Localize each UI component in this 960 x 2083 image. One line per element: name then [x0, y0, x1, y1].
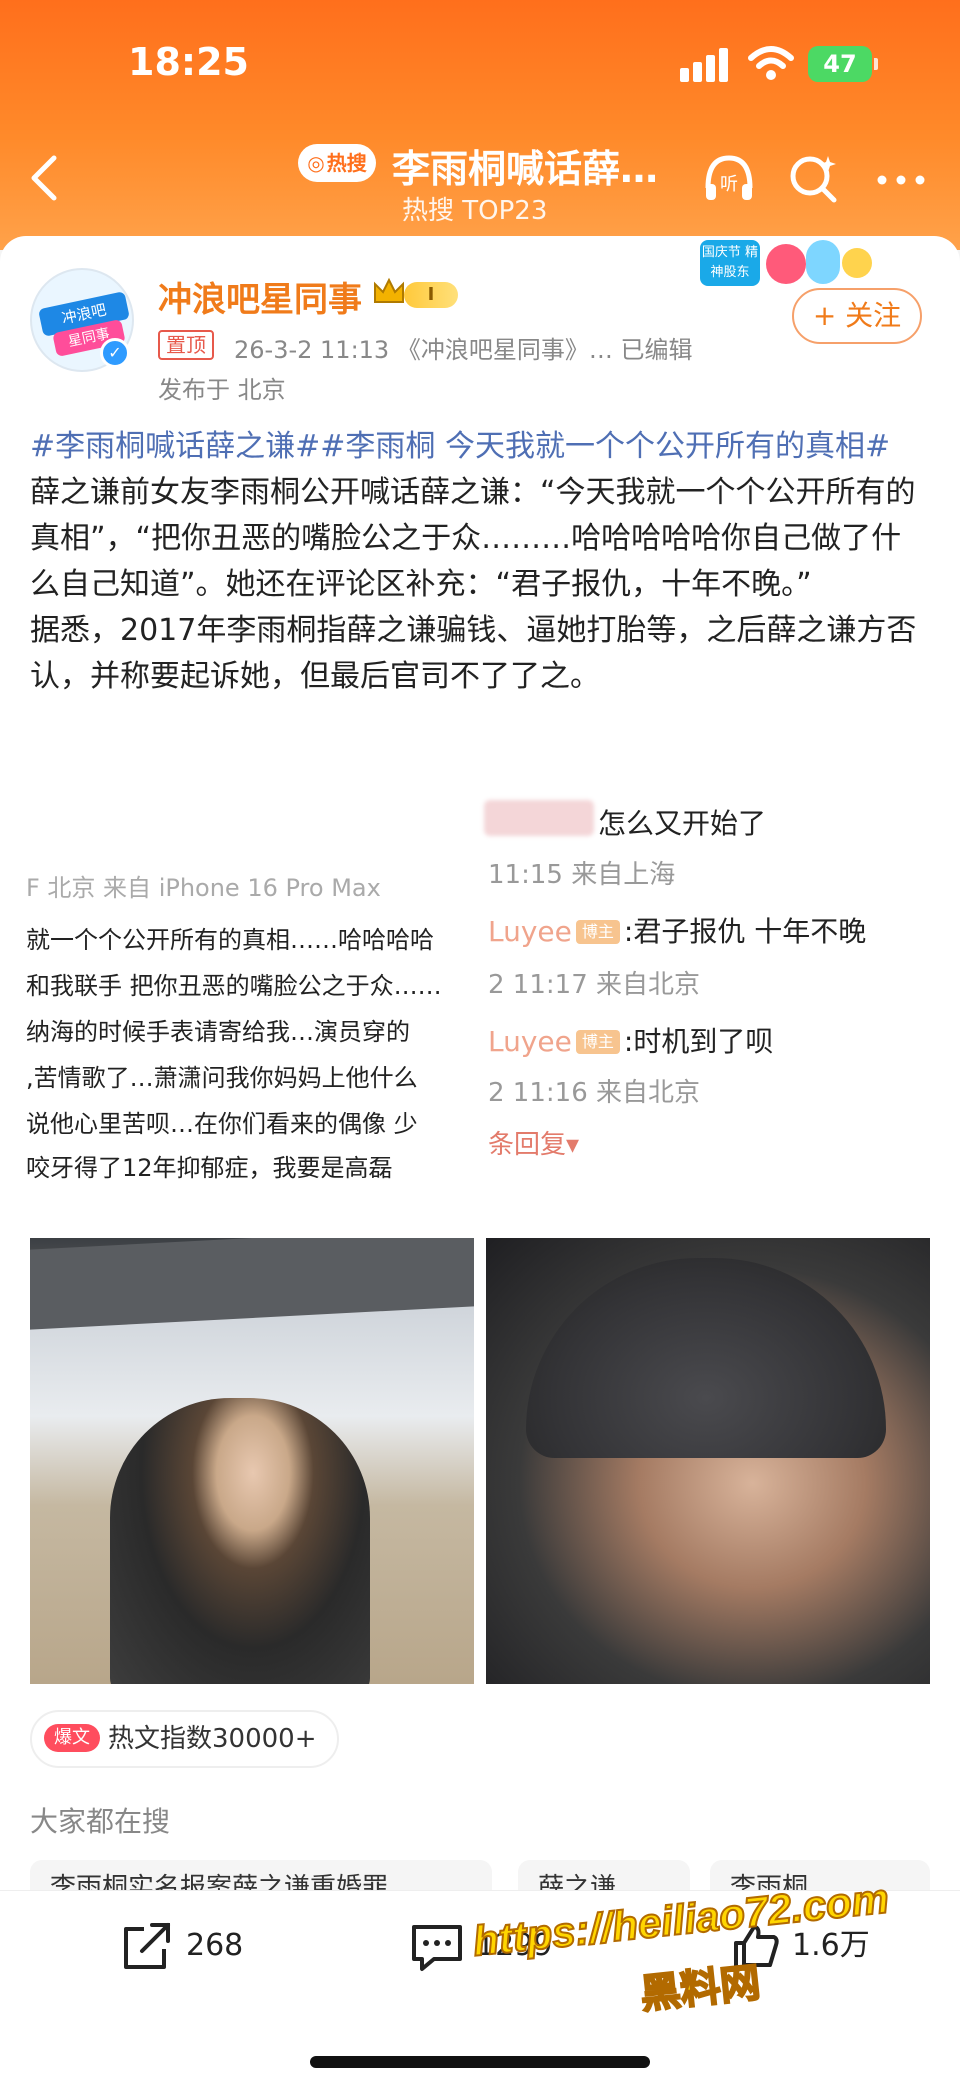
hot-index-tag[interactable]: 爆文 热文指数30000+: [30, 1710, 339, 1768]
comment-row: Luyee 博主:君子报仇 十年不晚: [488, 910, 866, 950]
blurred-username: [484, 800, 594, 836]
post-photo-woman[interactable]: [30, 1238, 474, 1684]
hot-index-label: 热文指数30000+: [108, 1724, 317, 1754]
promo-sticker[interactable]: 国庆节 精神股东: [700, 238, 882, 290]
woman-figure: [110, 1398, 370, 1684]
mascot-icon: [842, 248, 872, 278]
member-level-badge: I: [404, 282, 458, 308]
share-button[interactable]: 268: [118, 1916, 243, 1976]
screenshot-line: 和我联手 把你丑恶的嘴脸公之于众……: [26, 972, 442, 1000]
page-subtitle: 热搜 TOP23: [402, 196, 548, 226]
post-paragraph-1: 薛之谦前女友李雨桐公开喊话薛之谦：“今天我就一个个公开所有的真相”，“把你丑恶的…: [30, 475, 916, 602]
wifi-icon: [748, 46, 794, 80]
listen-button[interactable]: 听: [700, 150, 758, 208]
crown-icon: [374, 277, 404, 303]
comment-meta: 11:15 来自上海: [488, 860, 676, 890]
mascot-icon: [806, 240, 840, 284]
comment-user: Luyee: [488, 915, 572, 948]
author-name[interactable]: 冲浪吧星同事: [158, 272, 362, 321]
comment-text: 怎么又开始了: [598, 807, 767, 840]
trending-search-label: 大家都在搜: [30, 1805, 171, 1838]
post-photo-man[interactable]: [486, 1238, 930, 1684]
comment-icon: [412, 1924, 462, 1971]
screenshot-line: 就一个个公开所有的真相……哈哈哈哈: [26, 926, 434, 954]
comment-meta: 2 11:17 来自北京: [488, 970, 700, 1000]
status-bar: 18:25 47: [0, 0, 960, 120]
back-arrow-icon[interactable]: [22, 150, 66, 206]
hot-article-badge: 爆文: [44, 1724, 100, 1752]
like-count: 1.6万: [792, 1928, 870, 1963]
embedded-screenshot[interactable]: F 北京 来自 iPhone 16 Pro Max 就一个个公开所有的真相……哈…: [0, 790, 960, 1200]
vehicle-roof: [30, 1238, 474, 1330]
share-icon: [124, 1922, 170, 1969]
more-options-icon[interactable]: [872, 150, 930, 208]
screenshot-line: F 北京 来自 iPhone 16 Pro Max: [26, 874, 381, 902]
screenshot-line: 咬牙得了12年抑郁症，我要是高磊: [26, 1154, 393, 1182]
post-body: #李雨桐喊话薛之谦##李雨桐 今天我就一个个公开所有的真相# 薛之谦前女友李雨桐…: [30, 424, 930, 700]
host-badge: 博主: [575, 920, 620, 944]
search-icon: ◎: [307, 151, 325, 175]
screenshot-line: 说他心里苦呗…在你们看来的偶像 少: [26, 1110, 418, 1138]
host-badge: 博主: [575, 1030, 620, 1054]
verified-check-icon: ✓: [100, 338, 130, 368]
hashtag-link[interactable]: #李雨桐喊话薛之谦##李雨桐 今天我就一个个公开所有的真相#: [30, 424, 930, 470]
svg-text:听: 听: [720, 174, 738, 195]
battery-indicator: 47: [808, 46, 878, 82]
screenshot-line: ,苦情歌了…萧潇问我你妈妈上他什么: [26, 1064, 418, 1092]
cellular-signal-icon: [680, 48, 736, 82]
comment-user: Luyee: [488, 1025, 572, 1058]
comment-text: :时机到了呗: [623, 1025, 774, 1058]
promo-label: 国庆节 精神股东: [700, 240, 760, 286]
home-indicator: [310, 2056, 650, 2068]
pinned-badge: 置顶: [158, 330, 214, 360]
screenshot-line: 纳海的时候手表请寄给我…演员穿的: [26, 1018, 410, 1046]
post-meta: 26-3-2 11:13 《冲浪吧星同事》… 已编辑: [234, 336, 693, 364]
more-replies-link: 条回复▾: [488, 1130, 580, 1160]
page-title: 李雨桐喊话薛…: [392, 147, 659, 191]
mascot-icon: [766, 244, 806, 284]
post-paragraph-2: 据悉，2017年李雨桐指薛之谦骗钱、逼她打胎等，之后薛之谦方否认，并称要起诉她，…: [30, 613, 917, 694]
comment-meta: 2 11:16 来自北京: [488, 1078, 700, 1108]
hot-search-badge: ◎ 热搜: [298, 144, 376, 182]
comment-text: :君子报仇 十年不晚: [623, 915, 867, 948]
hot-badge-label: 热搜: [326, 151, 367, 175]
share-count: 268: [186, 1928, 244, 1963]
follow-button[interactable]: + 关注: [792, 288, 922, 344]
search-button[interactable]: [784, 150, 842, 208]
top-header: 18:25 47 ◎ 热搜 李雨桐喊话薛… 热搜 TOP23 听: [0, 0, 960, 250]
comment-row: Luyee 博主:时机到了呗: [488, 1020, 773, 1060]
post-location: 发布于 北京: [158, 376, 286, 404]
beanie-hat: [526, 1258, 886, 1458]
status-time: 18:25: [128, 40, 249, 84]
